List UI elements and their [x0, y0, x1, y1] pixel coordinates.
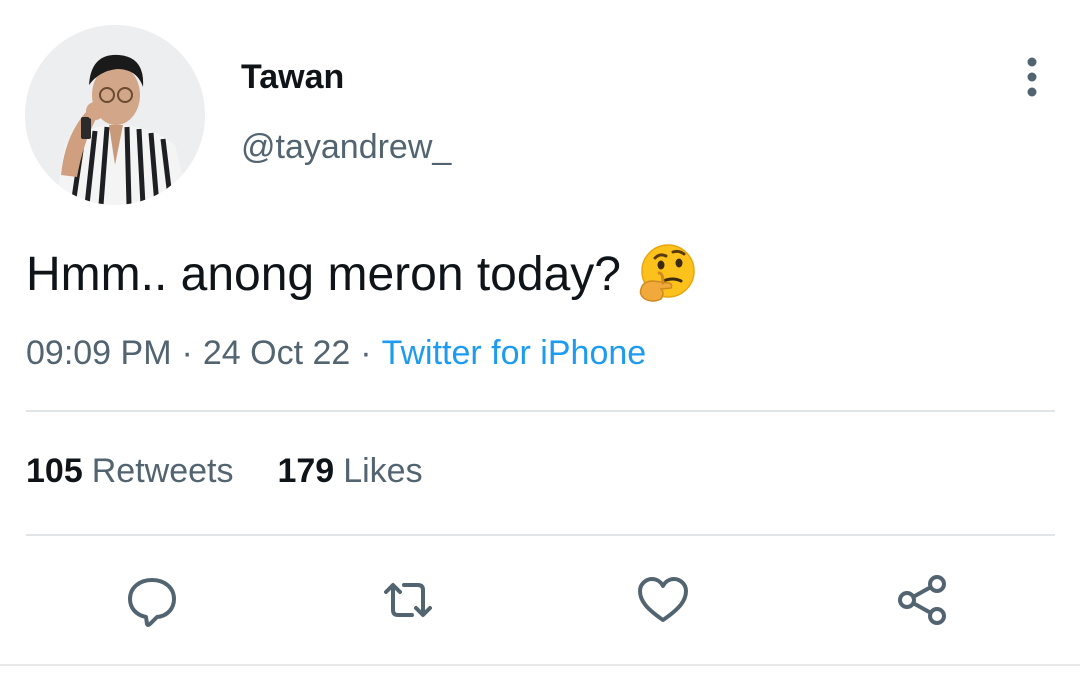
reply-button[interactable]: [124, 572, 180, 628]
retweet-button[interactable]: [380, 572, 436, 628]
like-button[interactable]: [635, 572, 691, 628]
tweet-meta: 09:09 PM · 24 Oct 22 · Twitter for iPhone: [26, 334, 646, 373]
tweet-detail: Tawan @tayandrew_ Hmm.. anong meron toda…: [0, 0, 1080, 682]
retweets-stat[interactable]: 105 Retweets: [26, 452, 233, 491]
thinking-face-emoji-icon: [635, 243, 697, 305]
tweet-date: 24 Oct 22: [202, 334, 351, 372]
likes-stat[interactable]: 179 Likes: [277, 452, 422, 491]
tweet-source-link[interactable]: Twitter for iPhone: [382, 334, 647, 372]
divider: [26, 410, 1055, 412]
more-vertical-icon: [1027, 57, 1037, 97]
share-button[interactable]: [894, 572, 950, 628]
tweet-text: Hmm.. anong meron today?: [26, 243, 697, 305]
meta-separator: ·: [360, 334, 372, 372]
more-options-button[interactable]: [1012, 55, 1052, 99]
heart-icon: [638, 577, 688, 622]
likes-label: Likes: [343, 452, 423, 490]
display-name[interactable]: Tawan: [241, 58, 344, 97]
reply-icon: [128, 578, 176, 627]
divider: [26, 534, 1055, 536]
meta-separator: ·: [181, 334, 193, 372]
tweet-stats: 105 Retweets 179 Likes: [26, 452, 467, 491]
retweets-label: Retweets: [91, 452, 234, 490]
tweet-time: 09:09 PM: [26, 334, 172, 372]
tweet-text-content: Hmm.. anong meron today?: [26, 247, 621, 301]
user-handle[interactable]: @tayandrew_: [241, 128, 451, 167]
profile-photo-icon: [25, 25, 205, 205]
retweet-icon: [384, 583, 432, 617]
likes-count: 179: [277, 452, 335, 490]
bottom-divider: [0, 664, 1080, 666]
share-icon: [898, 575, 946, 625]
avatar[interactable]: [25, 25, 205, 205]
retweets-count: 105: [26, 452, 83, 490]
